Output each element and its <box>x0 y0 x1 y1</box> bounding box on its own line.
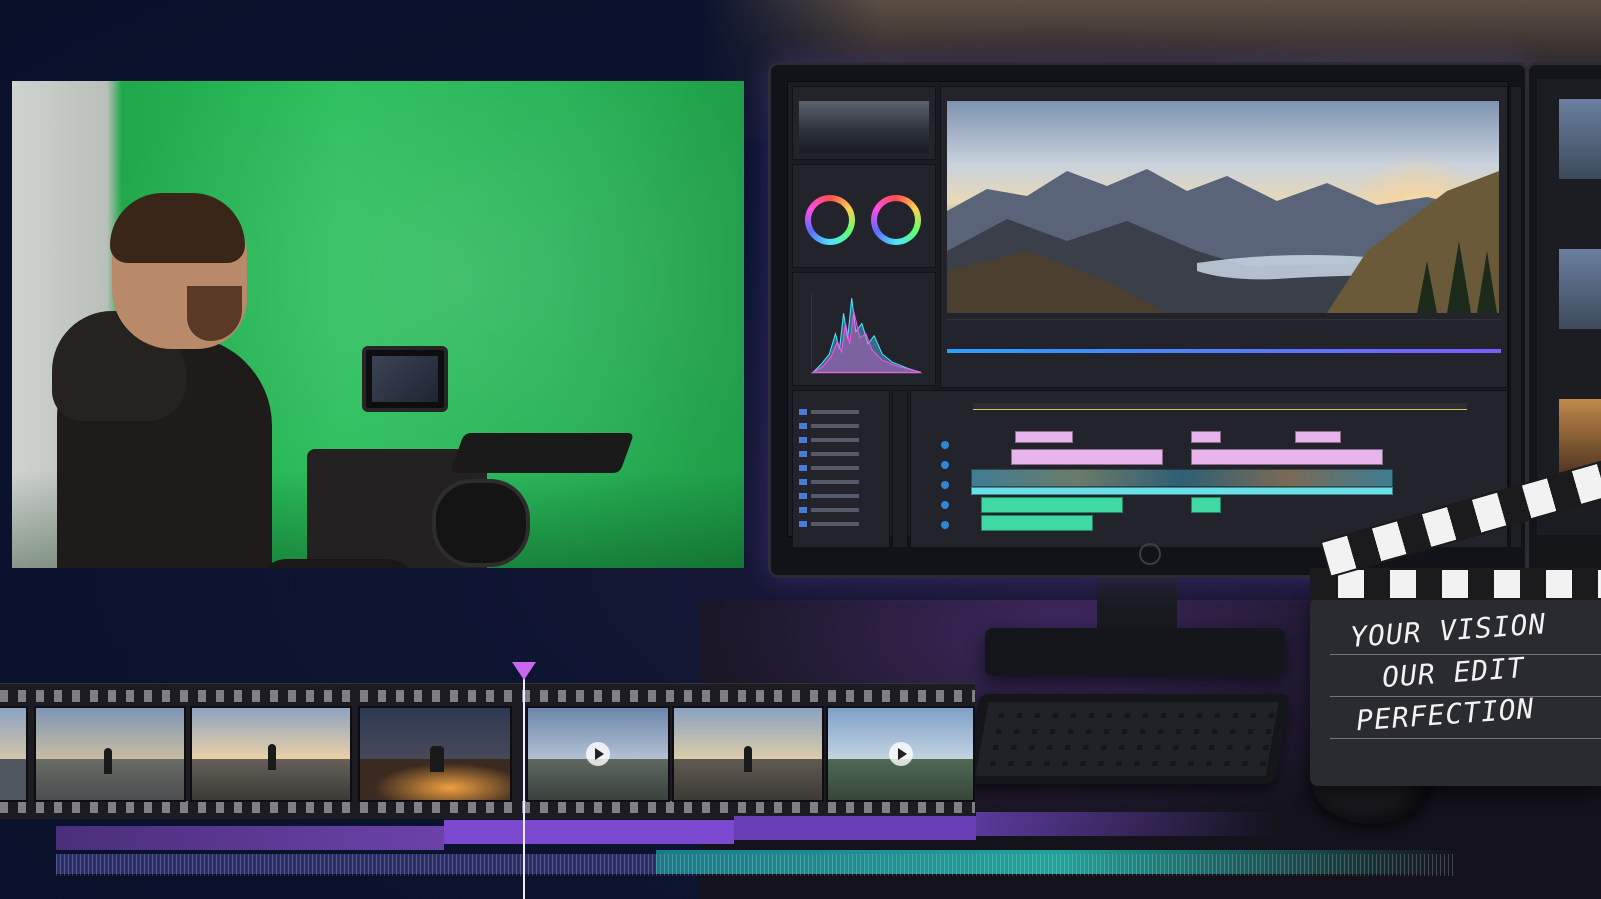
second-monitor-thumbnail <box>1559 249 1601 329</box>
film-sprockets-top <box>0 690 975 702</box>
timeline-clip[interactable] <box>1191 431 1221 443</box>
bottom-track-clip[interactable] <box>976 812 1276 836</box>
slate-text-line3: PERFECTION <box>1355 691 1536 738</box>
editing-monitor <box>768 62 1528 578</box>
playhead-icon[interactable] <box>512 662 536 680</box>
monitor-stand-neck <box>1097 570 1177 635</box>
campfire-figure <box>430 746 444 772</box>
timeline-audio-clip[interactable] <box>981 497 1123 513</box>
film-sprockets-bottom <box>0 801 975 813</box>
film-strip <box>0 683 975 819</box>
timeline-playhead[interactable] <box>523 672 525 899</box>
second-monitor-thumbnail <box>1559 99 1601 179</box>
camera-field-monitor <box>362 346 448 412</box>
project-item[interactable] <box>799 421 879 431</box>
project-item[interactable] <box>799 449 879 459</box>
film-frame <box>526 706 670 802</box>
project-item[interactable] <box>799 407 879 417</box>
timeline-audio-clip[interactable] <box>1191 497 1221 513</box>
viewer-progress-fill <box>947 349 1501 353</box>
matte-box <box>449 433 635 473</box>
project-bin-panel <box>792 390 890 548</box>
bottom-track-clip[interactable] <box>444 820 734 844</box>
color-wheels-panel <box>792 164 936 268</box>
tools-strip[interactable] <box>892 390 908 548</box>
editing-software-screen <box>787 81 1522 548</box>
film-frame <box>190 706 352 802</box>
camera-operator-hair <box>110 193 245 263</box>
project-item[interactable] <box>799 477 879 487</box>
timeline-clip[interactable] <box>1191 449 1383 465</box>
play-icon[interactable] <box>888 742 913 766</box>
hiker-figure <box>744 746 752 772</box>
play-icon[interactable] <box>586 742 610 766</box>
project-item[interactable] <box>799 435 879 445</box>
track-toggle-icon[interactable] <box>941 461 949 469</box>
histogram-scope-panel <box>792 272 936 386</box>
slate-text-line2: OUR EDIT <box>1381 651 1526 694</box>
keyboard <box>964 694 1290 784</box>
color-wheel-icon[interactable] <box>805 195 855 245</box>
source-preview-panel[interactable] <box>792 86 936 160</box>
timeline-ruler[interactable] <box>973 403 1467 410</box>
histogram-scope <box>811 293 923 375</box>
track-toggle-icon[interactable] <box>941 521 949 529</box>
track-toggle-icon[interactable] <box>941 441 949 449</box>
project-item[interactable] <box>799 519 879 529</box>
project-item[interactable] <box>799 505 879 515</box>
track-toggle-icon[interactable] <box>941 481 949 489</box>
clapperboard-lower-stick <box>1310 568 1601 600</box>
film-frame <box>672 706 824 802</box>
green-screen-photo <box>12 81 744 568</box>
hiker-figure <box>268 744 276 770</box>
project-item[interactable] <box>799 463 879 473</box>
timeline-clip[interactable] <box>1295 431 1341 443</box>
bottom-track-clip[interactable] <box>734 816 976 840</box>
film-frame <box>358 706 512 802</box>
monitor-brand-logo <box>1139 543 1161 565</box>
viewer-transport-controls[interactable] <box>947 319 1501 346</box>
color-wheel-icon[interactable] <box>871 195 921 245</box>
film-frame <box>34 706 186 802</box>
bottom-track-clip[interactable] <box>56 826 444 850</box>
right-toolbar[interactable] <box>1510 86 1522 548</box>
clapperboard: YOUR VISION OUR EDIT PERFECTION <box>1310 457 1601 786</box>
track-toggle-icon[interactable] <box>941 501 949 509</box>
program-viewer-panel <box>940 86 1508 388</box>
camera-operator-arm <box>257 559 417 568</box>
clapperboard-slate: YOUR VISION OUR EDIT PERFECTION <box>1310 598 1601 786</box>
mountain-landscape <box>947 169 1499 313</box>
source-thumbnail <box>799 101 929 153</box>
viewer-scrub-bar[interactable] <box>947 349 1501 353</box>
film-frame <box>0 706 28 802</box>
timeline-clip[interactable] <box>1011 449 1163 465</box>
monitor-stand-base <box>985 628 1285 676</box>
slate-text-line1: YOUR VISION <box>1349 607 1548 654</box>
timeline-clip[interactable] <box>1015 431 1073 443</box>
timeline-video-clip[interactable] <box>971 469 1393 487</box>
cyclist-figure <box>104 748 112 774</box>
film-frame <box>826 706 975 802</box>
timeline-audio-clip[interactable] <box>981 515 1093 531</box>
project-item[interactable] <box>799 491 879 501</box>
timeline-clip[interactable] <box>971 487 1393 495</box>
camera-lens <box>432 479 530 567</box>
program-viewer-image <box>947 101 1499 313</box>
audio-waveform <box>56 854 1456 876</box>
